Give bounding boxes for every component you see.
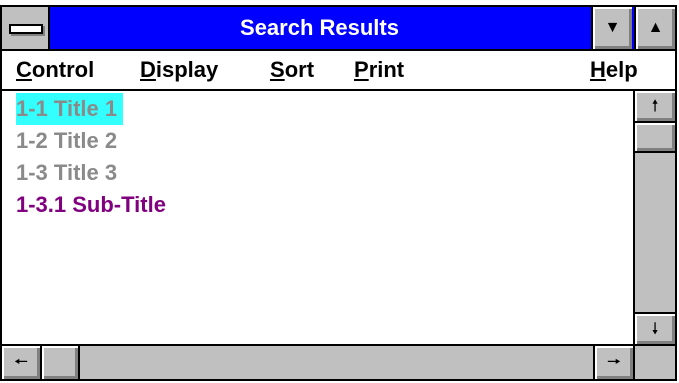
menu-display[interactable]: Display [140,51,218,89]
menu-control[interactable]: Control [16,51,94,89]
arrow-left-icon: 🠔 [13,354,28,371]
scroll-down-button[interactable]: 🠗 [635,312,675,344]
result-item[interactable]: 1-3 Title 3 [16,157,123,189]
maximize-button[interactable]: ▲ [634,7,675,49]
menu-print-accel: P [354,57,369,82]
menu-help-label: elp [605,57,638,82]
horizontal-scrollbar[interactable]: 🠔 🠖 [2,344,633,379]
window-title: Search Results [240,15,399,40]
results-list: 1-1 Title 1 1-2 Title 2 1-3 Title 3 1-3.… [2,91,633,344]
arrow-up-icon: 🠕 [651,98,659,115]
arrow-down-icon: 🠗 [651,321,659,338]
scroll-up-button[interactable]: 🠕 [635,91,675,123]
menu-print-label: rint [368,57,405,82]
system-menu-button[interactable] [2,7,50,49]
system-menu-bar-icon [9,24,43,34]
result-item[interactable]: 1-2 Title 2 [16,125,123,157]
menu-help-accel: H [590,57,606,82]
scroll-left-button[interactable]: 🠔 [2,346,42,379]
minimize-button[interactable]: ▼ [591,7,632,49]
maximize-arrow-icon: ▲ [647,19,664,36]
menu-display-accel: D [140,57,156,82]
scrollbar-corner [633,344,675,379]
menu-sort-label: ort [284,57,315,82]
search-results-window: Search Results ▼ ▲ Control Display Sort … [0,5,677,381]
menu-sort[interactable]: Sort [270,51,314,89]
minimize-arrow-icon: ▼ [604,19,621,36]
result-item-selected[interactable]: 1-1 Title 1 [16,93,124,125]
menu-print[interactable]: Print [354,51,404,89]
vertical-scrollbar[interactable]: 🠕 🠗 [633,91,675,344]
title-bar[interactable]: Search Results ▼ ▲ [2,7,675,51]
menu-sort-accel: S [270,57,285,82]
vertical-scroll-thumb[interactable] [635,123,675,153]
menu-help[interactable]: Help [590,51,638,89]
menu-bar: Control Display Sort Print Help [2,51,675,91]
menu-display-label: isplay [155,57,219,82]
menu-control-label: ontrol [31,57,95,82]
horizontal-scroll-thumb[interactable] [42,346,80,379]
menu-control-accel: C [16,57,32,82]
result-item[interactable]: 1-3.1 Sub-Title [16,189,172,221]
scroll-right-button[interactable]: 🠖 [593,346,633,379]
arrow-right-icon: 🠖 [606,354,621,371]
